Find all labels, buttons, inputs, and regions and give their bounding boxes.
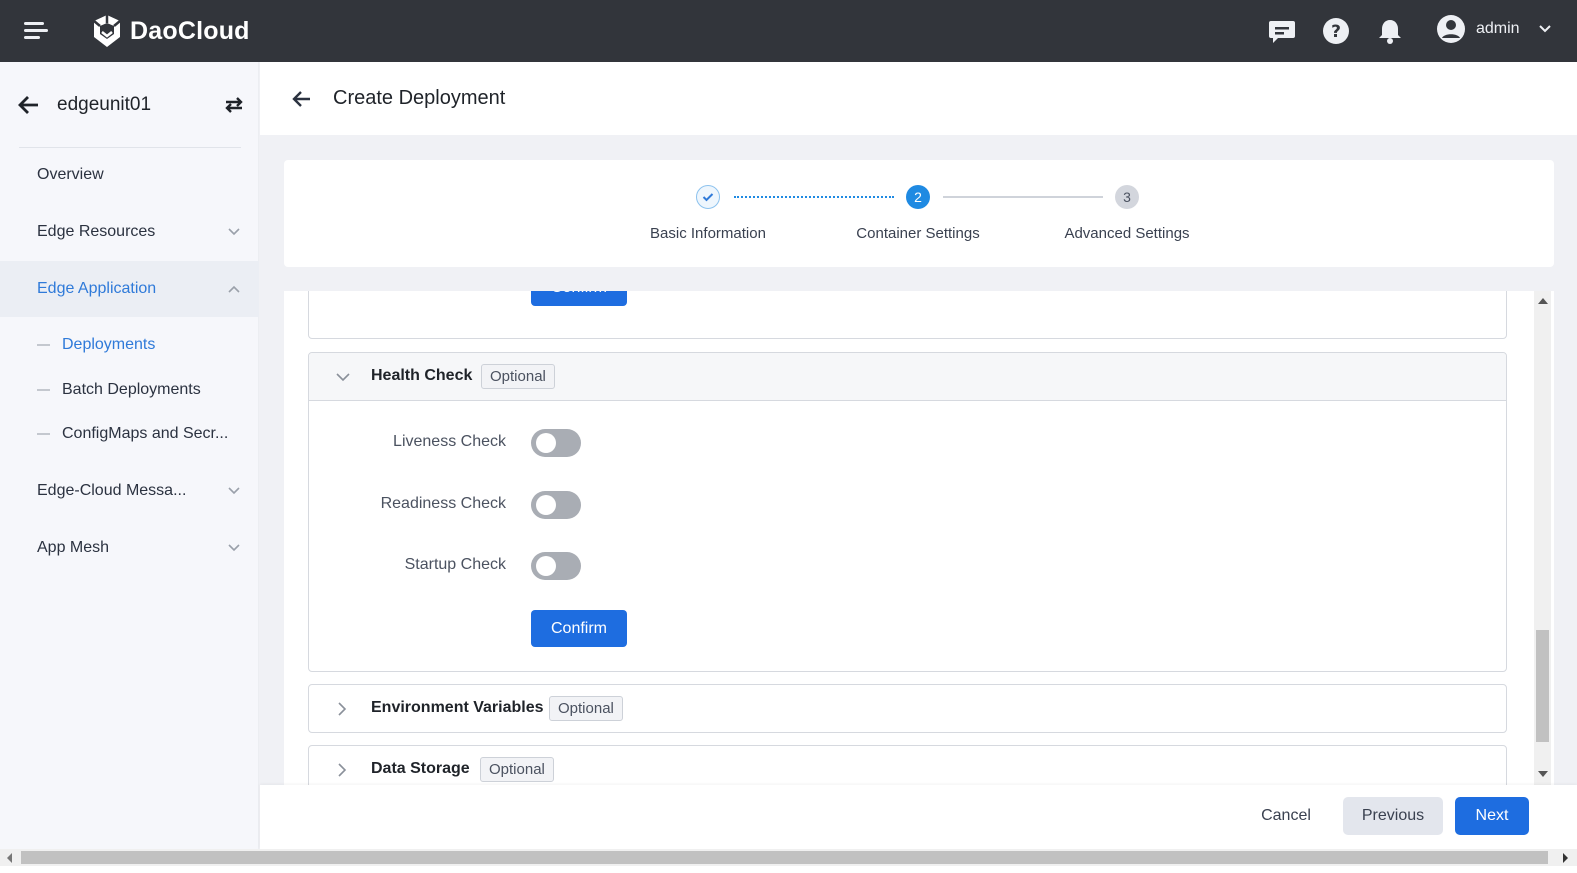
form-content: Confirm Health Check Optional Liveness C… <box>284 291 1554 785</box>
step-label: Basic Information <box>650 225 766 242</box>
help-icon[interactable]: ? <box>1321 16 1351 46</box>
daocloud-logo-icon <box>93 15 121 47</box>
chevron-right-icon <box>338 702 347 716</box>
liveness-check-toggle[interactable] <box>531 429 581 457</box>
chevron-down-icon <box>1538 25 1551 33</box>
sidebar-item-overview[interactable]: Overview <box>0 147 259 203</box>
sidebar-subitem-deployments[interactable]: Deployments <box>0 325 259 365</box>
previous-section-panel: Confirm <box>308 291 1507 339</box>
dash-icon <box>37 389 50 391</box>
step-3-pending: 3 <box>1115 185 1139 209</box>
user-name: admin <box>1476 20 1520 37</box>
sidebar-item-edge-resources[interactable]: Edge Resources <box>0 204 259 260</box>
section-title: Health Check <box>371 367 473 384</box>
cancel-button[interactable]: Cancel <box>1246 797 1326 835</box>
bell-icon[interactable] <box>1375 16 1405 46</box>
chevron-up-icon <box>228 285 240 293</box>
svg-text:?: ? <box>1331 22 1341 42</box>
sidebar-subitem-label: Batch Deployments <box>62 381 201 398</box>
step-label: Container Settings <box>856 225 980 242</box>
health-check-panel: Health Check Optional Liveness Check Rea… <box>308 352 1507 672</box>
message-icon[interactable] <box>1267 16 1297 46</box>
environment-variables-panel[interactable]: Environment Variables Optional <box>308 684 1507 733</box>
scrollbar-thumb[interactable] <box>1536 630 1549 742</box>
footer-actions: Cancel Previous Next <box>260 785 1577 849</box>
sidebar-item-label: Overview <box>37 166 104 183</box>
sidebar-title: edgeunit01 <box>57 94 152 115</box>
user-avatar-icon <box>1437 15 1465 43</box>
sidebar-header: edgeunit01 <box>0 62 259 148</box>
previous-button[interactable]: Previous <box>1343 797 1443 835</box>
scrollbar-thumb[interactable] <box>21 851 1548 864</box>
menu-icon[interactable] <box>24 21 48 41</box>
sidebar-item-label: App Mesh <box>37 539 110 556</box>
dash-icon <box>37 433 50 435</box>
back-arrow-icon[interactable] <box>290 87 314 111</box>
stepper: 2 3 Basic Information Container Settings… <box>284 160 1554 267</box>
step-1-done <box>696 185 720 209</box>
readiness-check-row: Readiness Check <box>309 491 1506 521</box>
vertical-scrollbar[interactable] <box>1534 291 1551 785</box>
user-menu[interactable]: admin <box>1436 14 1552 44</box>
logo[interactable]: DaoCloud <box>90 13 250 49</box>
section-title: Environment Variables <box>371 699 544 716</box>
top-bar: DaoCloud ? admin <box>0 0 1577 62</box>
startup-check-row: Startup Check <box>309 552 1506 582</box>
sidebar-item-edge-application[interactable]: Edge Application <box>0 261 259 317</box>
step-connector <box>943 196 1103 198</box>
field-label: Liveness Check <box>393 433 506 450</box>
startup-check-toggle[interactable] <box>531 552 581 580</box>
horizontal-scrollbar[interactable] <box>0 849 1577 866</box>
sidebar-subitem-batch-deployments[interactable]: Batch Deployments <box>0 370 259 410</box>
field-label: Readiness Check <box>380 495 506 512</box>
confirm-button[interactable]: Confirm <box>531 291 627 306</box>
chevron-right-icon <box>338 763 347 777</box>
section-title: Data Storage <box>371 760 470 777</box>
page-title: Create Deployment <box>333 87 506 109</box>
step-connector-completed <box>734 196 894 198</box>
brand-name: DaoCloud <box>130 16 250 45</box>
health-check-confirm-button[interactable]: Confirm <box>531 610 627 647</box>
sidebar-item-label: Edge Resources <box>37 223 156 240</box>
field-label: Startup Check <box>404 556 506 573</box>
data-storage-panel[interactable]: Data Storage Optional <box>308 745 1507 785</box>
chevron-down-icon <box>336 373 350 382</box>
chevron-down-icon <box>228 228 240 236</box>
sidebar-subitem-label: Deployments <box>62 336 156 353</box>
next-button[interactable]: Next <box>1455 797 1529 835</box>
step-label: Advanced Settings <box>1064 225 1190 242</box>
dash-icon <box>37 344 50 346</box>
sidebar-item-app-mesh[interactable]: App Mesh <box>0 520 259 576</box>
chevron-down-icon <box>228 544 240 552</box>
switch-icon[interactable] <box>222 93 246 117</box>
sidebar-subitem-configmaps[interactable]: ConfigMaps and Secr... <box>0 414 259 454</box>
check-icon <box>702 193 714 202</box>
chevron-down-icon <box>228 487 240 495</box>
optional-badge: Optional <box>549 696 623 721</box>
sidebar-item-label: Edge-Cloud Messa... <box>37 482 187 499</box>
scroll-down-icon[interactable] <box>1538 771 1548 777</box>
scroll-up-icon[interactable] <box>1538 298 1548 304</box>
scroll-left-icon[interactable] <box>7 853 12 863</box>
readiness-check-toggle[interactable] <box>531 491 581 519</box>
health-check-header[interactable]: Health Check Optional <box>309 353 1506 401</box>
sidebar-item-edge-cloud-messaging[interactable]: Edge-Cloud Messa... <box>0 463 259 519</box>
sidebar-item-label: Edge Application <box>37 280 157 297</box>
scroll-right-icon[interactable] <box>1563 853 1568 863</box>
liveness-check-row: Liveness Check <box>309 429 1506 459</box>
sidebar: edgeunit01 Overview Edge Resources Edge … <box>0 62 259 849</box>
sidebar-subitem-label: ConfigMaps and Secr... <box>62 425 229 442</box>
back-arrow-icon[interactable] <box>16 92 42 118</box>
optional-badge: Optional <box>480 757 554 782</box>
window-bottom-edge <box>0 866 1577 873</box>
page-header: Create Deployment <box>260 62 1577 135</box>
optional-badge: Optional <box>481 364 555 389</box>
step-2-active: 2 <box>906 185 930 209</box>
